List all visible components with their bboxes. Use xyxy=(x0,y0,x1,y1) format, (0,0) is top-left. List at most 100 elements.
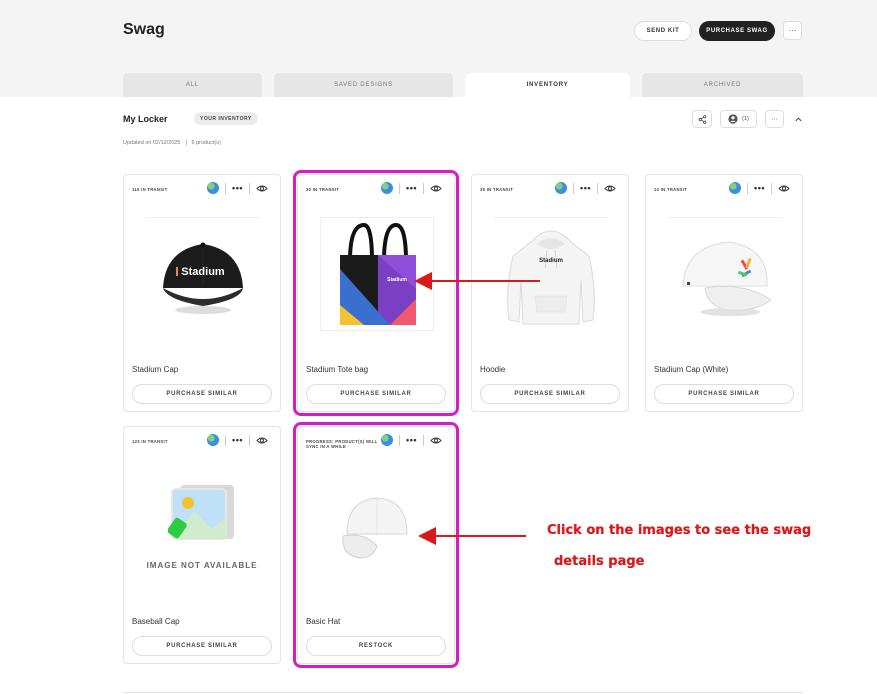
product-card[interactable]: PROGRESS: PRODUCT(S) WILL SYNC IN A WHIL… xyxy=(293,422,459,668)
purchase-similar-button[interactable]: PURCHASE SIMILAR xyxy=(306,384,446,404)
inventory-badge: YOUR INVENTORY xyxy=(194,112,258,125)
user-icon xyxy=(728,114,738,124)
product-name[interactable]: Stadium Cap (White) xyxy=(654,365,728,374)
globe-icon xyxy=(381,182,394,194)
image-placeholder-icon xyxy=(168,485,234,540)
svg-text:Stadium: Stadium xyxy=(181,266,225,278)
product-image-hoodie[interactable]: Stadium xyxy=(494,217,608,331)
divider xyxy=(249,182,250,194)
locker-title: My Locker xyxy=(123,114,168,124)
product-name[interactable]: Stadium Cap xyxy=(132,365,178,374)
card-actions: ••• xyxy=(207,434,268,446)
share-button[interactable] xyxy=(692,110,712,128)
product-card[interactable]: 10 IN TRANSIT ••• Stadium Cap (White) PU… xyxy=(645,174,803,412)
divider xyxy=(423,434,424,446)
divider xyxy=(423,182,424,194)
black-cap-image: Stadium xyxy=(163,242,243,314)
members-count: (1) xyxy=(742,116,749,122)
product-card[interactable]: 30 IN TRANSIT ••• Stadium Stadium Tote b… xyxy=(293,170,459,416)
transit-status: 10 IN TRANSIT xyxy=(654,187,688,192)
more-options-icon[interactable]: ••• xyxy=(406,183,417,193)
globe-icon xyxy=(207,182,220,194)
eye-icon[interactable] xyxy=(430,182,442,194)
tab-archived[interactable]: ARCHIVED xyxy=(642,73,803,97)
divider xyxy=(399,182,401,194)
transit-status: 30 IN TRANSIT xyxy=(306,187,340,192)
eye-icon[interactable] xyxy=(430,434,442,446)
more-options-icon[interactable]: ••• xyxy=(232,435,243,445)
globe-icon xyxy=(381,434,394,446)
eye-icon[interactable] xyxy=(604,182,616,194)
transit-status: 123 IN TRANSIT xyxy=(132,439,168,444)
card-actions: ••• xyxy=(207,182,268,194)
product-card[interactable]: 123 IN TRANSIT ••• IMAGE NOT AVAILABLE B… xyxy=(123,426,281,664)
image-not-available-text: IMAGE NOT AVAILABLE xyxy=(146,561,258,570)
purchase-similar-button[interactable]: PURCHASE SIMILAR xyxy=(132,636,272,656)
updated-date: Updated on 02/12/2025 xyxy=(123,139,181,146)
card-actions: ••• xyxy=(729,182,790,194)
product-image-white-cap[interactable] xyxy=(668,217,782,331)
product-image-placeholder[interactable] xyxy=(146,477,260,547)
more-options-icon[interactable]: ••• xyxy=(232,183,243,193)
updated-info: Updated on 02/12/2025 6 product(s) xyxy=(123,139,221,146)
white-hoodie-image: Stadium xyxy=(507,230,595,324)
product-image-black-cap[interactable]: Stadium xyxy=(146,217,260,331)
product-name[interactable]: Baseball Cap xyxy=(132,617,180,626)
svg-text:Stadium: Stadium xyxy=(387,277,407,283)
divider xyxy=(747,182,749,194)
divider xyxy=(573,182,575,194)
globe-icon xyxy=(729,182,742,194)
tote-bag-image: Stadium xyxy=(340,222,416,325)
product-card[interactable]: 35 IN TRANSIT ••• Stadium Hoodie PURCHAS… xyxy=(471,174,629,412)
purchase-similar-button[interactable]: PURCHASE SIMILAR xyxy=(480,384,620,404)
divider xyxy=(225,182,227,194)
annotation-text-line2: details page xyxy=(554,554,645,569)
eye-icon[interactable] xyxy=(778,182,790,194)
transit-status: 35 IN TRANSIT xyxy=(480,187,514,192)
purchase-swag-button[interactable]: PURCHASE SWAG xyxy=(699,21,775,41)
product-name[interactable]: Basic Hat xyxy=(306,617,340,626)
collapse-button[interactable] xyxy=(792,113,804,125)
product-image-tote-bag[interactable]: Stadium xyxy=(320,217,434,331)
white-cap-image xyxy=(682,240,772,316)
divider xyxy=(123,692,803,693)
divider xyxy=(225,434,227,446)
restock-button[interactable]: RESTOCK xyxy=(306,636,446,656)
share-icon xyxy=(698,114,706,124)
transit-status: PROGRESS: PRODUCT(S) WILL SYNC IN A WHIL… xyxy=(306,439,378,449)
divider xyxy=(771,182,772,194)
product-card[interactable]: 115 IN TRANSIT ••• Stadium Stadium Cap P… xyxy=(123,174,281,412)
more-options-icon[interactable]: ••• xyxy=(580,183,591,193)
purchase-similar-button[interactable]: PURCHASE SIMILAR xyxy=(132,384,272,404)
transit-status: 115 IN TRANSIT xyxy=(132,187,168,192)
divider xyxy=(185,139,187,146)
divider xyxy=(597,182,598,194)
globe-icon xyxy=(555,182,568,194)
eye-icon[interactable] xyxy=(256,434,268,446)
card-actions: ••• xyxy=(555,182,616,194)
tab-saved-designs[interactable]: SAVED DESIGNS xyxy=(274,73,453,97)
card-actions: ••• xyxy=(381,434,442,446)
locker-more-button[interactable]: ··· xyxy=(765,110,784,128)
divider xyxy=(399,434,401,446)
divider xyxy=(249,434,250,446)
product-image-basic-hat[interactable] xyxy=(320,469,434,583)
tab-all[interactable]: ALL xyxy=(123,73,262,97)
product-count: 6 product(s) xyxy=(191,139,221,146)
more-options-icon[interactable]: ••• xyxy=(406,435,417,445)
header-more-button[interactable]: ··· xyxy=(783,21,802,40)
chevron-up-icon xyxy=(794,116,802,121)
page-title: Swag xyxy=(123,21,165,38)
product-name[interactable]: Stadium Tote bag xyxy=(306,365,368,374)
product-name[interactable]: Hoodie xyxy=(480,365,505,374)
purchase-similar-button[interactable]: PURCHASE SIMILAR xyxy=(654,384,794,404)
members-button[interactable]: (1) xyxy=(720,110,757,128)
svg-text:Stadium: Stadium xyxy=(539,258,563,264)
basic-hat-image xyxy=(342,497,408,559)
globe-icon xyxy=(207,434,220,446)
annotation-text-line1: Click on the images to see the swag xyxy=(547,523,812,538)
eye-icon[interactable] xyxy=(256,182,268,194)
send-kit-button[interactable]: SEND KIT xyxy=(634,21,692,41)
tab-inventory[interactable]: INVENTORY xyxy=(465,73,630,97)
more-options-icon[interactable]: ••• xyxy=(754,183,765,193)
